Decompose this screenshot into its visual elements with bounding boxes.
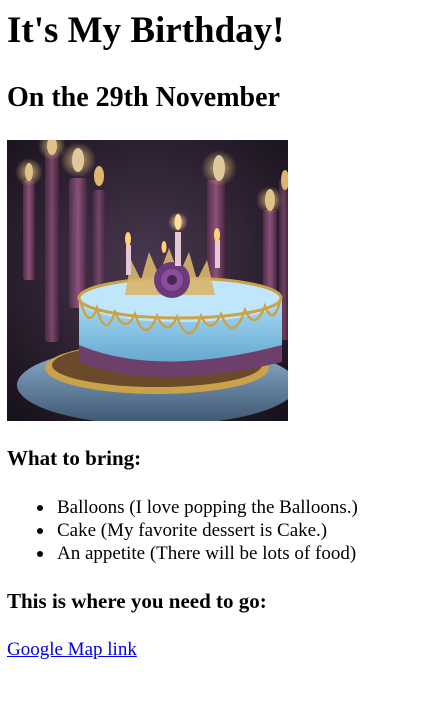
bullet-icon [37, 551, 43, 557]
what-to-bring-heading: What to bring: [7, 446, 142, 470]
bullet-icon [37, 528, 43, 534]
list-item-text: An appetite (There will be lots of food) [57, 543, 357, 564]
list-item: An appetite (There will be lots of food) [7, 542, 358, 565]
birthday-cake-image [7, 140, 288, 421]
page-subtitle: On the 29th November [7, 82, 280, 113]
list-item-text: Cake (My favorite dessert is Cake.) [57, 520, 328, 541]
list-item-text: Balloons (I love popping the Balloons.) [57, 497, 358, 518]
bring-list: Balloons (I love popping the Balloons.) … [7, 496, 358, 565]
location-heading: This is where you need to go: [7, 589, 267, 613]
list-item: Cake (My favorite dessert is Cake.) [7, 519, 358, 542]
page-title: It's My Birthday! [7, 10, 285, 51]
bullet-icon [37, 505, 43, 511]
list-item: Balloons (I love popping the Balloons.) [7, 496, 358, 519]
google-map-link[interactable]: Google Map link [7, 638, 137, 661]
